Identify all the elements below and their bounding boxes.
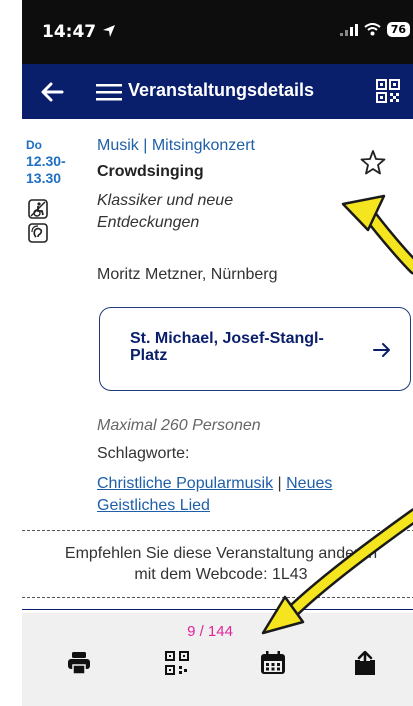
tags-list: Christliche Popularmusik | Neues Geistli…: [97, 473, 387, 517]
divider: [22, 597, 413, 598]
clock: 14:47: [42, 22, 97, 42]
arrow-left-icon[interactable]: [38, 78, 66, 106]
event-capacity: Maximal 260 Personen: [97, 417, 261, 434]
navigation-bar: Veranstaltungsdetails: [22, 64, 413, 119]
recommend-line: mit dem Webcode: 1L43: [134, 566, 308, 583]
venue-button[interactable]: St. Michael, Josef-Stangl-Platz: [99, 307, 411, 391]
calendar-icon[interactable]: [260, 651, 286, 675]
page-title: Veranstaltungsdetails: [128, 80, 315, 100]
event-time-start: 12.30-: [26, 153, 66, 169]
location-arrow-icon: [103, 25, 116, 37]
status-indicators: 76: [339, 22, 410, 37]
event-category[interactable]: Musik | Mitsingkonzert: [97, 137, 255, 155]
content-border: [22, 609, 413, 610]
share-icon[interactable]: [352, 651, 378, 675]
event-day: Do: [26, 138, 42, 152]
recommend-line: Empfehlen Sie diese Veranstaltung andere…: [64, 545, 378, 562]
event-title: Crowdsinging: [97, 163, 204, 180]
wheelchair-toilet-icon: [28, 199, 48, 219]
bottom-toolbar: 9 / 144: [22, 613, 413, 706]
print-icon[interactable]: [66, 651, 92, 675]
divider: [22, 530, 413, 531]
wifi-icon: [364, 23, 381, 36]
recommend-text: Empfehlen Sie diese Veranstaltung andere…: [22, 543, 413, 585]
status-time: 14:47: [42, 22, 116, 42]
status-bar: 14:47 76: [22, 0, 413, 64]
event-details: Do 12.30- 13.30 Musik | Mitsingkonzert C…: [22, 119, 413, 613]
event-subtitle: Klassiker und neue Entdeckungen: [97, 192, 234, 231]
qr-code-icon[interactable]: [164, 651, 190, 675]
qr-code-icon[interactable]: [376, 79, 400, 103]
tags-label: Schlagworte:: [97, 445, 190, 462]
battery-indicator: 76: [386, 22, 410, 37]
phone-screen: 14:47 76 Veranstaltungsdetails Do 12.30-…: [22, 0, 413, 706]
hearing-loop-icon: [28, 223, 48, 243]
arrow-right-icon: [373, 343, 390, 357]
page-counter: 9 / 144: [187, 623, 233, 640]
signal-icon: [339, 23, 358, 36]
hamburger-menu-icon[interactable]: [96, 80, 122, 104]
tag-link[interactable]: Christliche Popularmusik: [97, 475, 273, 492]
event-time-end: 13.30: [26, 170, 62, 186]
tag-separator: |: [273, 475, 287, 492]
event-performer: Moritz Metzner, Nürnberg: [97, 266, 278, 283]
star-outline-icon[interactable]: [360, 149, 386, 175]
venue-label: St. Michael, Josef-Stangl-Platz: [130, 330, 324, 364]
